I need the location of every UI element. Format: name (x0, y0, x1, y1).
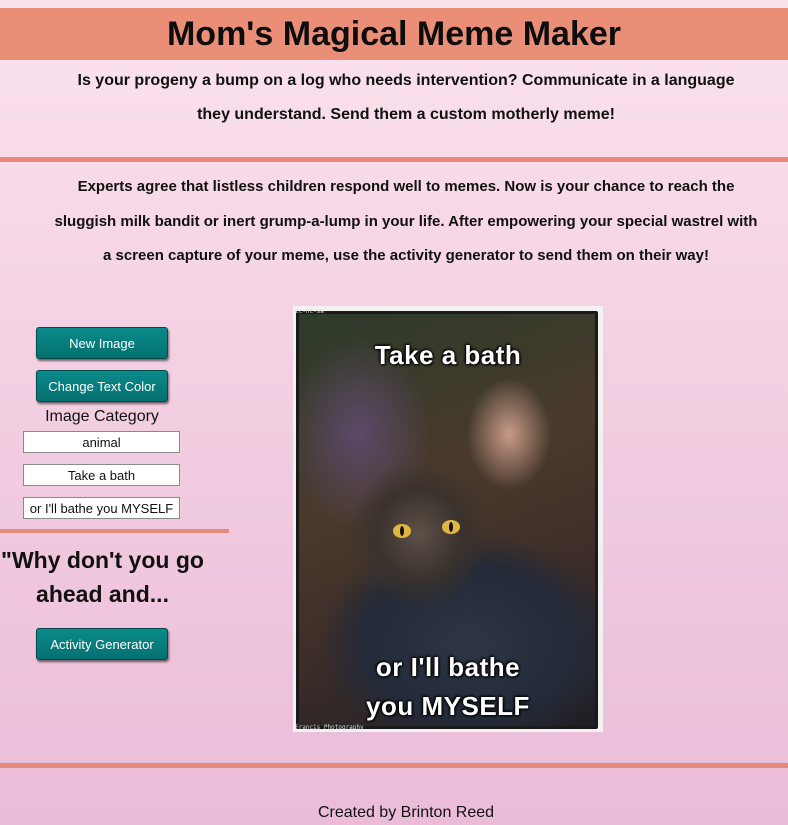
description-line-1: Experts agree that listless children res… (77, 178, 735, 195)
divider-top (0, 157, 788, 162)
bottom-text-input[interactable] (23, 497, 180, 519)
intro-line-1: Is your progeny a bump on a log who need… (77, 72, 735, 89)
activity-prompt-line-2: ahead and... (36, 581, 169, 607)
watermark-top: cc-nc-sa (295, 308, 324, 315)
divider-bottom (0, 763, 788, 768)
description-line-2: sluggish milk bandit or inert grump-a-lu… (54, 212, 758, 230)
new-image-button[interactable]: New Image (36, 327, 168, 359)
footer-credit: Created by Brinton Reed (317, 804, 495, 821)
image-category-input[interactable] (23, 431, 180, 453)
change-text-color-button[interactable]: Change Text Color (36, 370, 168, 402)
image-category-label: Image Category (45, 408, 159, 425)
meme-bottom-text-line-2: you MYSELF (366, 691, 530, 721)
meme-image: cc-nc-sa Francis Photography Take a bath… (293, 306, 603, 732)
cat-eye-left (393, 524, 411, 538)
header-bar: Mom's Magical Meme Maker (0, 8, 788, 60)
intro-line-2: they understand. Send them a custom moth… (197, 106, 615, 123)
intro-text: Is your progeny a bump on a log who need… (40, 64, 772, 132)
activity-prompt-line-1: "Why don't you go (1, 547, 204, 573)
meme-bottom-text-line-1: or I'll bathe (375, 652, 521, 682)
description-text: Experts agree that listless children res… (30, 170, 782, 274)
activity-generator-button[interactable]: Activity Generator (36, 628, 168, 660)
meme-top-text: Take a bath (374, 340, 522, 370)
sidebar-divider (0, 529, 229, 533)
top-text-input[interactable] (23, 464, 180, 486)
footer: Created by Brinton Reed (0, 803, 788, 823)
page-title: Mom's Magical Meme Maker (166, 14, 622, 53)
cat-eye-right (442, 520, 460, 534)
activity-prompt: "Why don't you go ahead and... (0, 543, 205, 611)
description-line-3: a screen capture of your meme, use the a… (102, 247, 709, 264)
